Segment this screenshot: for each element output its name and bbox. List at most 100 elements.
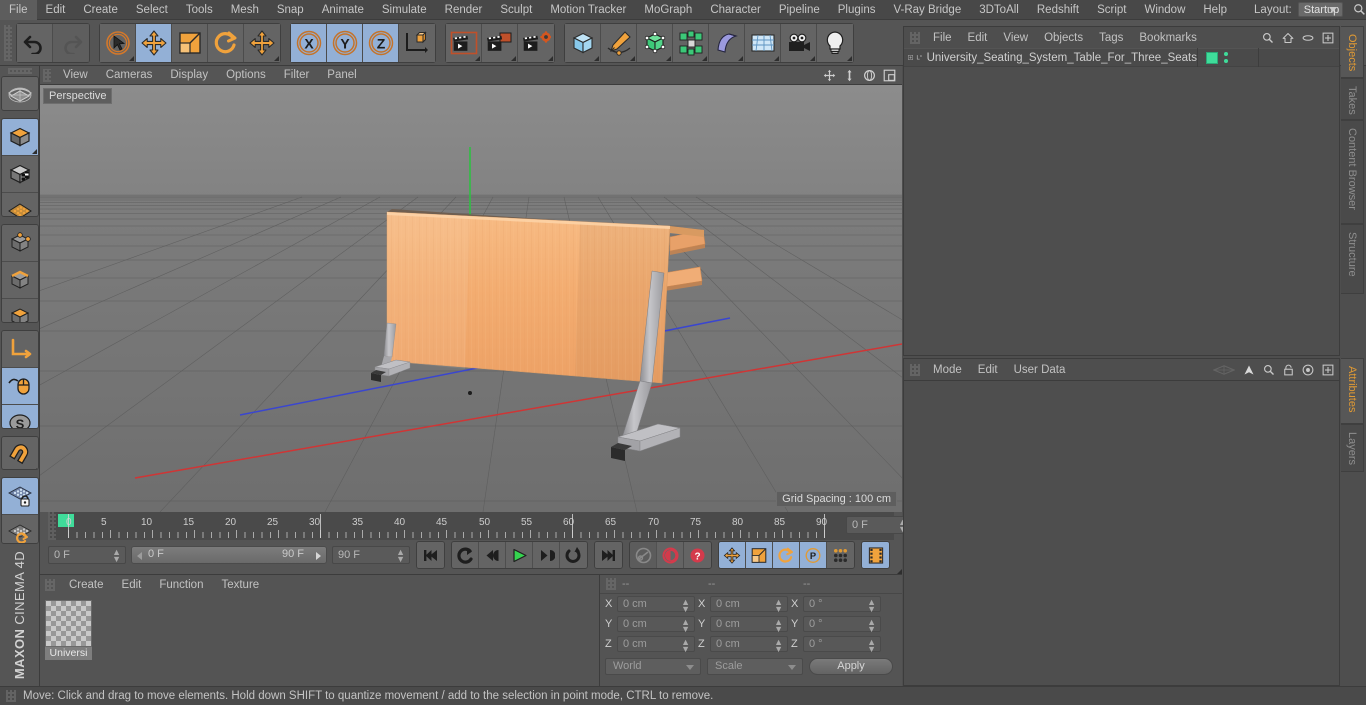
spinner-icon[interactable]: ▲▼ — [681, 598, 690, 614]
menu-item-simulate[interactable]: Simulate — [373, 0, 436, 20]
material-menu-edit[interactable]: Edit — [113, 579, 151, 591]
object-menu-objects[interactable]: Objects — [1036, 32, 1091, 44]
object-manager-grip[interactable] — [910, 31, 920, 44]
spinner-icon[interactable]: ▲▼ — [774, 598, 783, 614]
move-tool-alt[interactable] — [244, 23, 280, 62]
viewport-menu-filter[interactable]: Filter — [275, 69, 319, 81]
object-menu-edit[interactable]: Edit — [960, 32, 996, 44]
soft-selection-button[interactable]: S — [1, 404, 38, 428]
viewport-menu-view[interactable]: View — [54, 69, 97, 81]
expand-icon[interactable] — [1322, 364, 1334, 376]
object-menu-bookmarks[interactable]: Bookmarks — [1131, 32, 1205, 44]
material-tag-icon[interactable] — [1206, 51, 1218, 64]
viewport-3d[interactable]: Y X Z Perspective Grid Spacing : 100 cm — [40, 85, 902, 512]
menu-item-window[interactable]: Window — [1135, 0, 1194, 20]
parameter-key-button[interactable]: P — [800, 542, 827, 568]
model-mode-button[interactable] — [1, 118, 38, 156]
magnet-button[interactable] — [1, 436, 38, 470]
object-menu-file[interactable]: File — [925, 32, 960, 44]
move-camera-icon[interactable] — [823, 69, 836, 82]
tab-content-browser[interactable]: Content Browser — [1341, 120, 1364, 224]
menu-item-plugins[interactable]: Plugins — [829, 0, 885, 20]
timeline-grip[interactable] — [48, 512, 56, 540]
search-icon[interactable] — [1263, 364, 1275, 376]
attribute-menu-user-data[interactable]: User Data — [1006, 364, 1074, 376]
spinner-icon[interactable]: ▲▼ — [774, 638, 783, 654]
play-backwards-button[interactable] — [452, 542, 479, 568]
menu-item-tools[interactable]: Tools — [177, 0, 222, 20]
spinner-icon[interactable]: ▲▼ — [867, 618, 876, 634]
viewport-solo-button[interactable] — [1, 367, 38, 405]
move-tool[interactable] — [136, 23, 172, 62]
menu-item-file[interactable]: File — [0, 0, 37, 20]
camera-button[interactable] — [781, 23, 817, 62]
current-frame-field[interactable]: 0 F ▲ ▼ — [48, 546, 126, 564]
subdivision-surface-button[interactable] — [637, 23, 673, 62]
cube-primitive-button[interactable] — [565, 23, 601, 62]
texture-mode-button[interactable] — [1, 155, 38, 193]
rotation-key-button[interactable] — [773, 542, 800, 568]
menu-item-help[interactable]: Help — [1194, 0, 1236, 20]
coord-position-y[interactable]: 0 cm ▲ ▼ — [617, 616, 695, 634]
coord-position-z[interactable]: 0 cm ▲ ▼ — [617, 636, 695, 654]
spinner-icon[interactable]: ▲▼ — [112, 548, 121, 564]
left-toolbar-grip[interactable] — [7, 68, 32, 75]
floor-environment-button[interactable] — [745, 23, 781, 62]
render-view-button[interactable] — [446, 23, 482, 62]
menu-item-mograph[interactable]: MoGraph — [635, 0, 701, 20]
coord-position-x[interactable]: 0 cm ▲ ▼ — [617, 596, 695, 614]
tab-structure[interactable]: Structure — [1341, 224, 1364, 294]
material-thumbnail[interactable] — [45, 600, 92, 647]
record-keyframe-button[interactable] — [657, 542, 684, 568]
coord-rotation-x[interactable]: 0 ° ▲ ▼ — [803, 596, 881, 614]
material-item[interactable]: Universi — [45, 600, 93, 660]
menu-item-3dtoall[interactable]: 3DToAll — [970, 0, 1028, 20]
edges-mode-button[interactable] — [1, 261, 38, 299]
dolly-camera-icon[interactable] — [843, 69, 856, 82]
range-right-handle-icon[interactable] — [313, 551, 323, 561]
tab-layers[interactable]: Layers — [1341, 424, 1364, 472]
tab-attributes[interactable]: Attributes — [1341, 358, 1364, 424]
mograph-array-button[interactable] — [673, 23, 709, 62]
toolbar-grip[interactable] — [4, 24, 12, 61]
redo-button[interactable] — [53, 23, 89, 62]
attribute-menu-edit[interactable]: Edit — [970, 364, 1006, 376]
arrow-icon[interactable] — [1243, 364, 1255, 376]
object-menu-view[interactable]: View — [995, 32, 1036, 44]
spline-pen-button[interactable] — [601, 23, 637, 62]
step-back-button[interactable] — [479, 542, 506, 568]
layout-select[interactable]: Startup — [1297, 2, 1343, 17]
viewport-menu-display[interactable]: Display — [161, 69, 217, 81]
axis-y-button[interactable]: Y — [327, 23, 363, 62]
spinner-icon[interactable]: ▲▼ — [681, 638, 690, 654]
spinner-icon[interactable]: ▲▼ — [681, 618, 690, 634]
loop-button[interactable] — [560, 542, 587, 568]
apply-button[interactable]: Apply — [809, 657, 893, 675]
world-object-axis-button[interactable] — [399, 23, 435, 62]
ellipse-icon[interactable] — [1302, 33, 1314, 43]
go-to-start-button[interactable] — [417, 542, 444, 568]
workplane-mode-button[interactable] — [1, 192, 38, 216]
coord-size-z[interactable]: 0 cm ▲ ▼ — [710, 636, 788, 654]
spinner-icon[interactable]: ▲▼ — [774, 618, 783, 634]
menu-item-mesh[interactable]: Mesh — [222, 0, 268, 20]
axis-z-button[interactable]: Z — [363, 23, 399, 62]
search-icon[interactable] — [1353, 3, 1366, 16]
material-menu-function[interactable]: Function — [150, 579, 212, 591]
points-mode-button[interactable] — [1, 224, 38, 262]
make-editable-button[interactable] — [1, 77, 38, 110]
timeline-ruler[interactable]: 0510 152025 303540 455055 606570 758085 … — [48, 512, 912, 540]
attribute-manager-grip[interactable] — [910, 363, 920, 376]
coord-rotation-z[interactable]: 0 ° ▲ ▼ — [803, 636, 881, 654]
coord-size-x[interactable]: 0 cm ▲ ▼ — [710, 596, 788, 614]
material-menu-grip[interactable] — [45, 579, 55, 591]
scale-key-button[interactable] — [746, 542, 773, 568]
coord-rotation-y[interactable]: 0 ° ▲ ▼ — [803, 616, 881, 634]
axis-x-button[interactable]: X — [291, 23, 327, 62]
home-icon[interactable] — [1282, 32, 1294, 44]
viewport-menu-grip[interactable] — [43, 68, 51, 82]
menu-item-vray-bridge[interactable]: V-Ray Bridge — [884, 0, 970, 20]
play-forward-button[interactable] — [506, 542, 533, 568]
live-selection-tool[interactable] — [100, 23, 136, 62]
orbit-camera-icon[interactable] — [863, 69, 876, 82]
